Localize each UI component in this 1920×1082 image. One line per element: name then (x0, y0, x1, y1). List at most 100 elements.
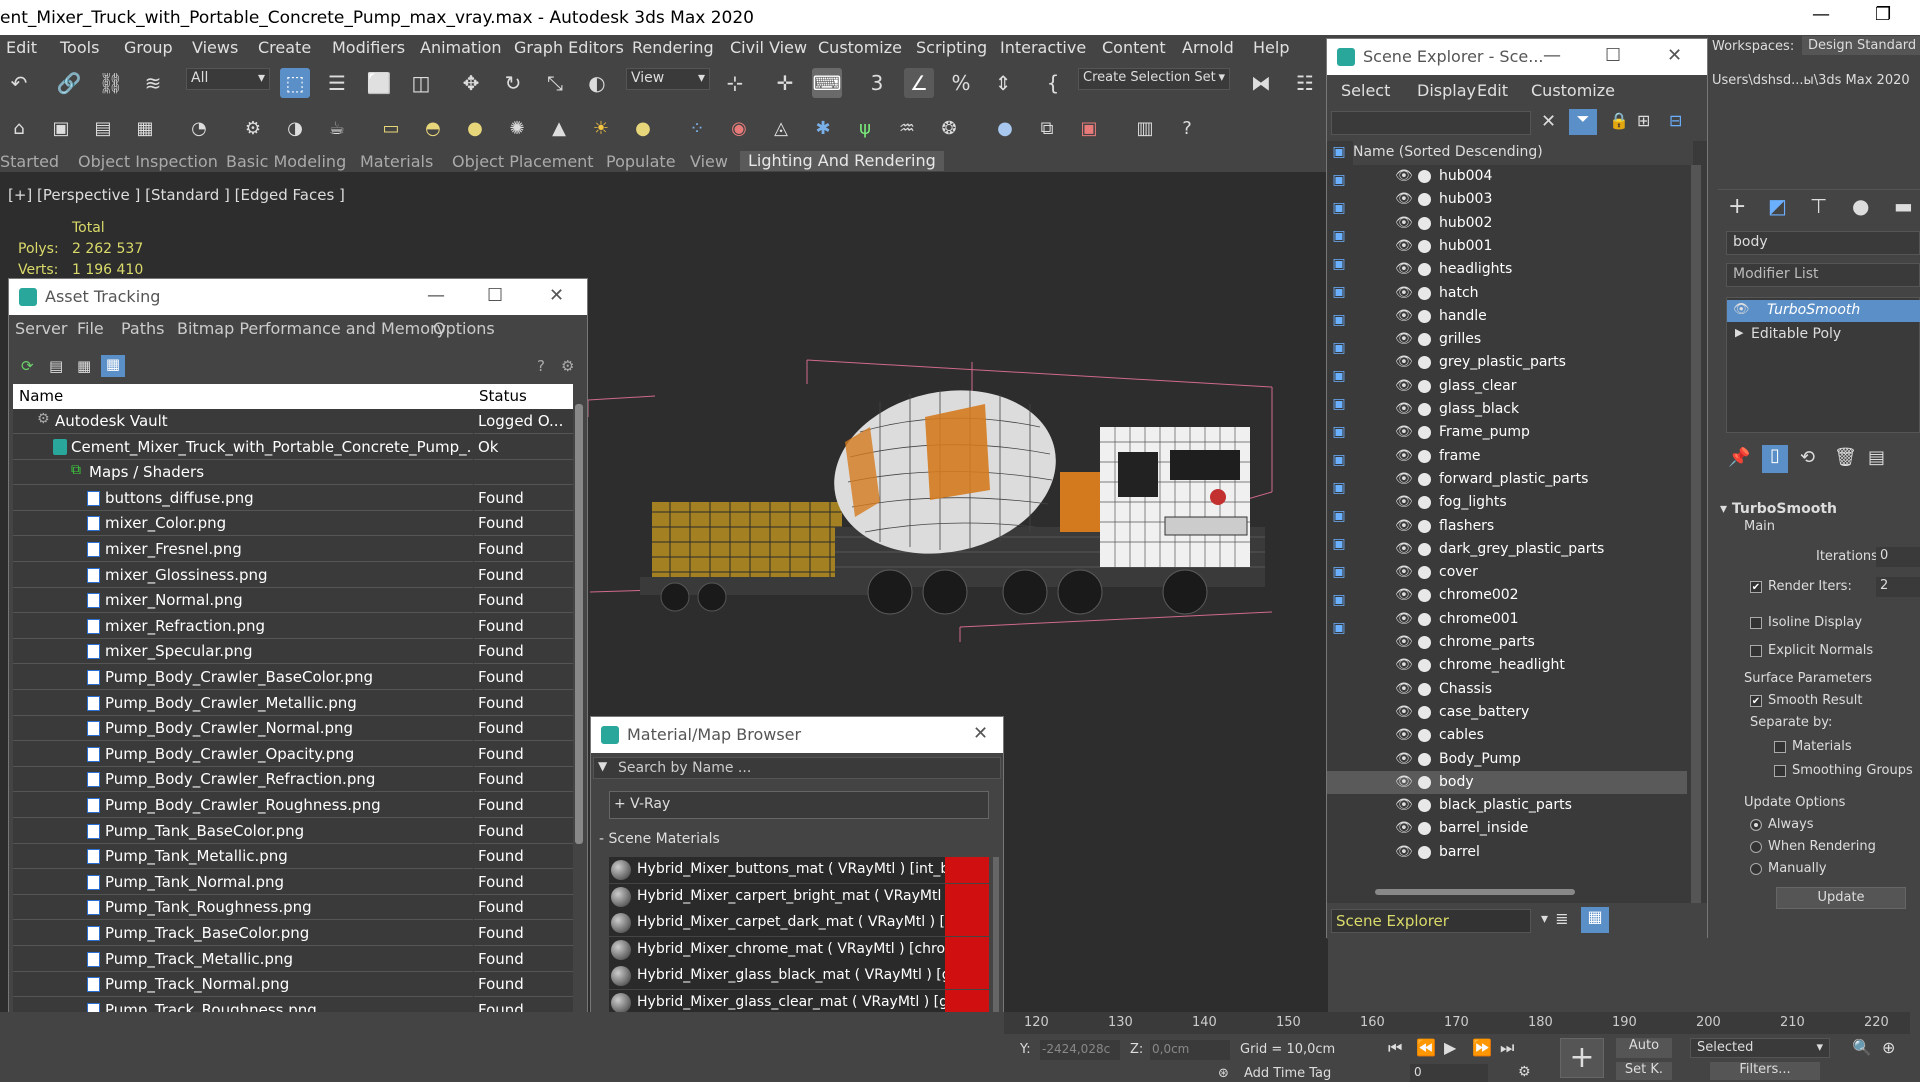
link-icon[interactable]: 🔗 (54, 68, 84, 98)
turbosmooth-rollout[interactable]: ▾ TurboSmooth (1720, 501, 1837, 517)
visibility-eye-icon[interactable]: 👁 (1395, 634, 1413, 650)
material-item[interactable]: Hybrid_Mixer_buttons_mat ( VRayMtl ) [in… (609, 857, 989, 883)
freeze-icon[interactable] (1418, 775, 1431, 789)
configure-sets-icon[interactable]: ▤ (1868, 447, 1885, 468)
scene-object-body[interactable]: 👁 body (1327, 770, 1687, 794)
rotate-icon[interactable]: ↻ (498, 68, 528, 98)
invert-filter-icon[interactable]: ▣ (1326, 560, 1352, 584)
asset-tracking-titlebar[interactable]: Asset Tracking — ☐ ✕ (9, 279, 587, 315)
filters-button[interactable]: Filters... (1710, 1062, 1820, 1080)
maximize-button[interactable]: ☐ (1605, 45, 1621, 66)
asset-row[interactable]: Pump_Body_Crawler_Normal.png Found (13, 716, 573, 742)
spinner-snap-icon[interactable]: ⇕ (988, 68, 1018, 98)
help-icon[interactable]: ? (537, 357, 545, 375)
visibility-eye-icon[interactable]: 👁 (1395, 168, 1413, 184)
freeze-icon[interactable] (1418, 216, 1431, 230)
pivot-center-icon[interactable]: ⊹ (720, 68, 750, 98)
asset-row[interactable]: mixer_Fresnel.png Found (13, 537, 573, 562)
scene-object-frame_pump[interactable]: 👁 Frame_pump (1327, 421, 1687, 444)
freeze-icon[interactable] (1418, 263, 1431, 277)
freeze-icon[interactable] (1418, 845, 1431, 859)
material-icon[interactable]: ◑ (282, 115, 308, 141)
zoom-icon[interactable]: 🔍 (1852, 1038, 1872, 1057)
visibility-eye-icon[interactable]: 👁 (1395, 681, 1413, 697)
ribbon-tab-populate[interactable]: Populate (606, 152, 676, 171)
asset-menu-bitmap-performance-and-memory[interactable]: Bitmap Performance and Memory (177, 319, 446, 343)
grass-icon[interactable]: ψ (852, 115, 878, 141)
place-icon[interactable]: ◐ (582, 68, 612, 98)
freeze-icon[interactable] (1418, 496, 1431, 510)
align-icon[interactable]: ☷ (1290, 68, 1320, 98)
layers-icon[interactable]: ≣ (1549, 909, 1575, 933)
visibility-eye-icon[interactable]: 👁 (1395, 378, 1413, 394)
smoothing-groups-checkbox[interactable]: Smoothing Groups (1774, 763, 1913, 778)
ribbon-tab-object-inspection[interactable]: Object Inspection (78, 152, 218, 171)
scatter-icon[interactable]: ❂ (936, 115, 962, 141)
motion-tab-icon[interactable]: ● (1852, 194, 1869, 218)
visibility-eye-icon[interactable]: 👁 (1395, 541, 1413, 557)
visibility-eye-icon[interactable]: 👁 (1395, 448, 1413, 464)
clear-search-icon[interactable]: ✕ (1541, 111, 1556, 132)
menu-modifiers[interactable]: Modifiers (332, 38, 405, 57)
visibility-eye-icon[interactable]: 👁 (1395, 564, 1413, 580)
freeze-icon[interactable] (1418, 286, 1431, 300)
unlink-icon[interactable]: ⛓ (96, 68, 126, 98)
material-search-field[interactable]: ▼ Search by Name ... (593, 757, 1001, 779)
materials-checkbox[interactable]: Materials (1774, 739, 1852, 754)
set-key-icon[interactable]: + (1560, 1038, 1604, 1078)
modifier-editable-poly[interactable]: ▶ Editable Poly (1727, 324, 1920, 346)
scene-object-chrome_headlight[interactable]: 👁 chrome_headlight (1327, 654, 1687, 677)
asset-row[interactable]: Pump_Body_Crawler_Roughness.png Found (13, 793, 573, 818)
visibility-eye-icon[interactable]: 👁 (1395, 518, 1413, 534)
minimize-button[interactable]: — (1543, 45, 1561, 66)
scene-column-header[interactable]: Name (Sorted Descending) (1353, 141, 1693, 165)
freeze-icon[interactable] (1418, 403, 1431, 416)
freeze-icon[interactable] (1418, 239, 1431, 253)
track-icon[interactable]: ◔ (186, 115, 212, 141)
scene-object-cables[interactable]: 👁 cables (1327, 724, 1687, 747)
project-path[interactable]: Users\dshsd...ы\3ds Max 2020 (1712, 73, 1910, 88)
scene-object-hub001[interactable]: 👁 hub001 (1327, 235, 1687, 258)
ribbon-tab-lighting-and-rendering[interactable]: Lighting And Rendering (740, 151, 944, 171)
always-radio[interactable]: Always (1750, 817, 1814, 832)
percent-snap-icon[interactable]: % (946, 68, 976, 98)
dome-icon[interactable]: ◓ (420, 115, 446, 141)
asset-row[interactable]: mixer_Refraction.png Found (13, 614, 573, 639)
freeze-icon[interactable] (1418, 542, 1431, 556)
visibility-eye-icon[interactable]: 👁 (1395, 797, 1413, 813)
freeze-icon[interactable] (1418, 426, 1431, 440)
hierarchy-tab-icon[interactable]: ⊤ (1810, 194, 1827, 218)
particles-filter-icon[interactable]: ▣ (1326, 420, 1352, 444)
sphere-icon[interactable]: ● (462, 115, 488, 141)
display-none-filter-icon[interactable]: ▣ (1326, 532, 1352, 556)
asset-row[interactable]: buttons_diffuse.png Found (13, 486, 573, 511)
render-iters-spinner[interactable]: 2 (1876, 577, 1920, 597)
create-selection-set-dropdown[interactable]: Create Selection Set ▾ (1078, 68, 1230, 90)
visibility-eye-icon[interactable]: 👁 (1395, 331, 1413, 347)
isoline-display-checkbox[interactable]: Isoline Display (1750, 615, 1862, 630)
material-item[interactable]: Hybrid_Mixer_glass_black_mat ( VRayMtl )… (609, 963, 989, 989)
lights-filter-icon[interactable]: ▣ (1326, 196, 1352, 220)
shapes-filter-icon[interactable]: ▣ (1326, 168, 1352, 192)
scene-object-hub003[interactable]: 👁 hub003 (1327, 188, 1687, 211)
update-button[interactable]: Update (1776, 887, 1906, 909)
light-icon[interactable]: ● (630, 115, 656, 141)
containers-filter-icon[interactable]: ▣ (1326, 392, 1352, 416)
vray-sphere-icon[interactable]: ● (992, 115, 1018, 141)
thumbnail-icon[interactable]: ▦ (77, 357, 91, 375)
asset-row[interactable]: mixer_Specular.png Found (13, 639, 573, 665)
freeze-icon[interactable] (1418, 519, 1431, 533)
scene-object-grilles[interactable]: 👁 grilles (1327, 328, 1687, 351)
timeline-ruler[interactable]: 120 130 140 150 160 170 180 190 200 210 220 (1004, 1012, 1910, 1034)
asset-scrollbar[interactable] (575, 404, 583, 844)
vray-group[interactable]: + V-Ray (609, 791, 989, 819)
scene-object-barrel_inside[interactable]: 👁 barrel_inside (1327, 817, 1687, 840)
proxy-icon[interactable]: ⁘ (684, 115, 710, 141)
menu-graph-editors[interactable]: Graph Editors (514, 38, 624, 57)
lock-icon[interactable]: 🔒 (1609, 111, 1629, 130)
asset-row[interactable]: Pump_Track_BaseColor.png Found (13, 921, 573, 946)
asset-row[interactable]: Pump_Body_Crawler_Refraction.png Found (13, 767, 573, 793)
menu-help[interactable]: Help (1253, 38, 1289, 57)
asset-row[interactable]: ⚙ Autodesk Vault Logged O... (13, 409, 573, 434)
asset-menu-server[interactable]: Server (15, 319, 67, 343)
